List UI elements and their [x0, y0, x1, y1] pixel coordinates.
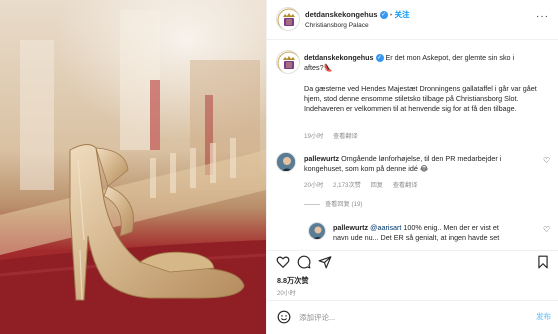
follow-button[interactable]: 关注: [394, 10, 409, 19]
bookmark-icon[interactable]: [536, 255, 550, 269]
verified-badge-icon: ✓: [379, 11, 388, 20]
caption-translate-link[interactable]: 查看翻译: [333, 133, 358, 140]
reply-like-heart-icon[interactable]: ♡: [543, 225, 550, 234]
caption-line1: Er det mon Askepot, der glemte sin sko i: [385, 53, 515, 62]
comment-2: pallewurtz @aarisart 100% enig.. Men der…: [333, 223, 539, 243]
caption-avatar[interactable]: [276, 50, 300, 74]
emoji-icon[interactable]: [277, 310, 291, 324]
likes-count[interactable]: 8.8万次赞: [277, 276, 309, 286]
header-username[interactable]: detdanskekongehus: [305, 10, 378, 19]
post-timestamp: 20小时: [277, 291, 296, 297]
caption-body: Da gæsterne ved Hendes Majestæt Dronning…: [304, 84, 537, 113]
post-header: detdanskekongehus ✓ • 关注 Christiansborg …: [267, 0, 558, 40]
comment-icon[interactable]: [297, 255, 311, 269]
user-avatar-icon: [277, 153, 295, 171]
post-actions-bar: [267, 250, 558, 286]
send-icon[interactable]: [318, 255, 332, 269]
comment-avatar[interactable]: [276, 152, 296, 172]
comment-meta: 20小时 2,173次赞 回复 查看翻译: [304, 180, 425, 189]
reply-text-line2: navn ude nu... Det ER så genialt, at ing…: [333, 233, 500, 242]
post-detail-panel: detdanskekongehus ✓ • 关注 Christiansborg …: [266, 0, 558, 334]
comment-1: pallewurtz Omgående lønforhøjelse, til d…: [304, 154, 536, 174]
header-separator: •: [389, 10, 393, 19]
location-link[interactable]: Christiansborg Palace: [305, 22, 369, 29]
post-photo[interactable]: [0, 0, 266, 334]
verified-badge-icon: ✓: [375, 54, 384, 63]
comment-input[interactable]: 添加评论...: [299, 312, 335, 323]
reply-username[interactable]: pallewurtz: [333, 223, 368, 232]
user-avatar-icon: [309, 223, 325, 239]
replies-divider: [304, 203, 320, 205]
more-dots-icon[interactable]: ···: [536, 11, 549, 22]
comment-translate-link[interactable]: 查看翻译: [393, 182, 418, 189]
view-replies-label[interactable]: 查看回复 (19): [325, 201, 362, 208]
comment-like-heart-icon[interactable]: ♡: [543, 156, 550, 165]
caption-username[interactable]: detdanskekongehus: [304, 53, 374, 62]
reply-text-line1: 100% enig.. Men der er vist et: [403, 223, 499, 232]
comment-time: 20小时: [304, 182, 324, 189]
comment-reply-link[interactable]: 回复: [371, 182, 383, 189]
heart-icon[interactable]: [276, 255, 290, 269]
reply-avatar[interactable]: [308, 222, 326, 240]
account-avatar[interactable]: [276, 7, 300, 31]
post-comment-button[interactable]: 发布: [536, 311, 551, 322]
comment-likes[interactable]: 2,173次赞: [333, 182, 361, 189]
caption-line2: aftes?👠: [304, 63, 333, 72]
shoe-photo-illustration: [0, 0, 266, 334]
caption-meta: 19小时 查看翻译: [304, 131, 366, 140]
comment-bar: 添加评论... 发布: [267, 300, 558, 334]
royal-crest-icon: [277, 8, 299, 30]
instagram-post-view: detdanskekongehus ✓ • 关注 Christiansborg …: [0, 0, 558, 334]
royal-crest-icon: [277, 51, 299, 73]
caption-headline: detdanskekongehus ✓ Er det mon Askepot, …: [304, 53, 544, 73]
reply-mention-link[interactable]: @aarisart: [370, 223, 401, 232]
caption-time: 19小时: [304, 133, 324, 140]
view-replies-link[interactable]: 查看回复 (19): [304, 199, 370, 208]
comment-username[interactable]: pallewurtz: [304, 154, 339, 163]
